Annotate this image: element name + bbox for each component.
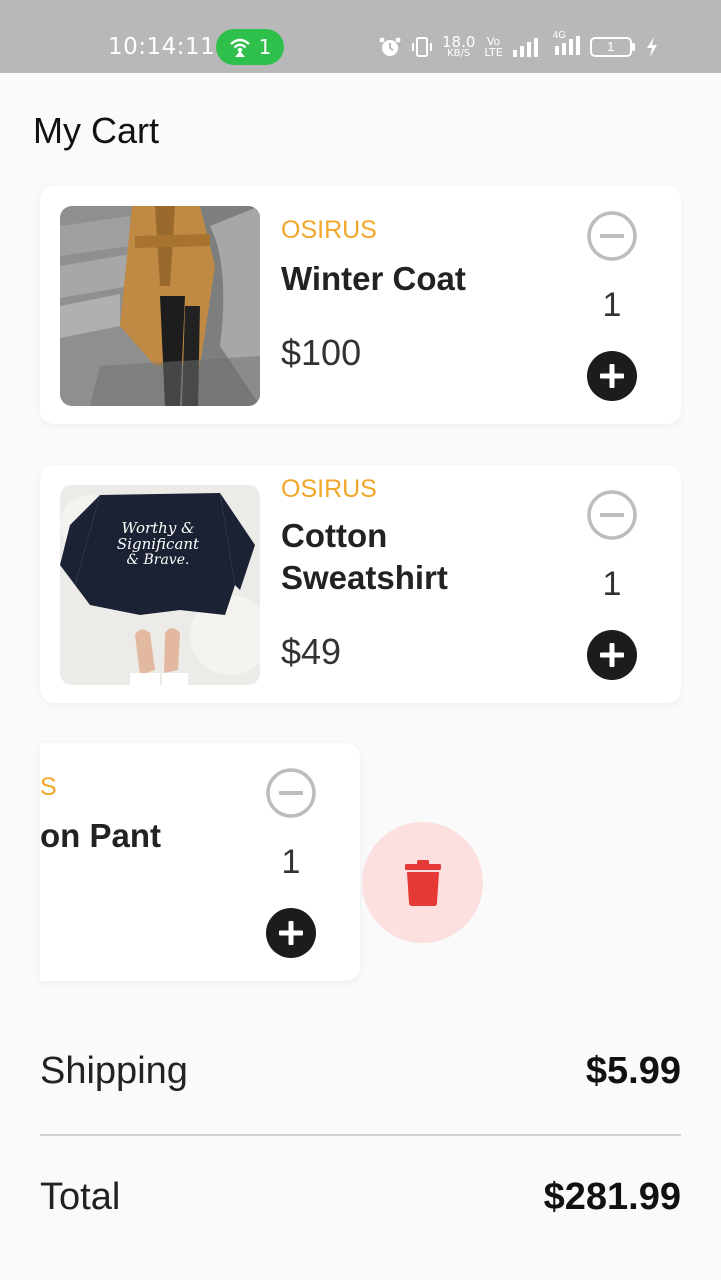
increase-quantity-button[interactable] (586, 629, 638, 681)
plus-circle-icon (587, 351, 637, 401)
quantity-value: 1 (602, 286, 622, 324)
summary-divider (40, 1134, 681, 1136)
minus-circle-icon (587, 211, 637, 261)
delete-item-button[interactable] (362, 822, 483, 943)
plus-circle-icon (587, 630, 637, 680)
product-price: $100 (281, 332, 362, 373)
quantity-value: 1 (281, 843, 301, 881)
alarm-icon (379, 37, 401, 56)
total-row: Total $281.99 (40, 1176, 681, 1219)
total-value: $281.99 (543, 1176, 681, 1218)
shipping-row: Shipping $5.99 (40, 1050, 681, 1093)
product-brand: S (40, 773, 57, 801)
minus-circle-icon (266, 768, 316, 818)
plus-circle-icon (266, 908, 316, 958)
quantity-value: 1 (602, 565, 622, 603)
minus-circle-icon (587, 490, 637, 540)
decrease-quantity-button[interactable] (586, 489, 638, 541)
status-bar: 10:14:11 1 18.0 KB/S Vo LTE 4G 1 (0, 0, 721, 73)
battery-indicator: 1 (589, 36, 636, 58)
product-brand: OSIRUS (281, 475, 377, 503)
cart-item[interactable]: OSIRUS Winter Coat $100 1 (40, 186, 681, 424)
decrease-quantity-button[interactable] (265, 767, 317, 819)
product-brand: OSIRUS (281, 216, 377, 244)
cart-item-swiped[interactable]: S on Pant 1 (40, 743, 360, 981)
charging-icon (646, 37, 657, 57)
product-name: Cotton Sweatshirt (281, 517, 448, 596)
hotspot-indicator: 1 (216, 29, 284, 65)
status-time: 10:14:11 (108, 34, 216, 60)
hotspot-count: 1 (258, 35, 272, 59)
net-speed: 18.0 KB/S (442, 33, 476, 59)
network-type: 4G (552, 29, 567, 41)
decrease-quantity-button[interactable] (586, 210, 638, 262)
product-price: $49 (281, 631, 342, 672)
cart-item[interactable]: Worthy & Significant & Brave. OSIRUS Cot… (40, 465, 681, 703)
page-title: My Cart (33, 110, 159, 151)
product-name: on Pant (40, 817, 161, 854)
shipping-value: $5.99 (585, 1050, 681, 1092)
hotspot-icon (229, 38, 250, 57)
svg-text:& Brave.: & Brave. (127, 552, 190, 568)
shipping-label: Shipping (40, 1050, 188, 1092)
svg-text:Significant: Significant (117, 535, 200, 553)
increase-quantity-button[interactable] (586, 350, 638, 402)
product-image-winter-coat[interactable] (60, 206, 260, 406)
increase-quantity-button[interactable] (265, 907, 317, 959)
signal-icon (512, 38, 538, 57)
volte-indicator: Vo LTE (484, 35, 503, 59)
product-name: Winter Coat (281, 260, 466, 297)
network-signal: 4G (549, 30, 581, 61)
total-label: Total (40, 1176, 121, 1218)
vibrate-icon (412, 37, 432, 57)
battery-level: 1 (607, 39, 615, 54)
trash-icon (404, 859, 441, 906)
product-image-cotton-sweatshirt[interactable]: Worthy & Significant & Brave. (60, 485, 260, 685)
